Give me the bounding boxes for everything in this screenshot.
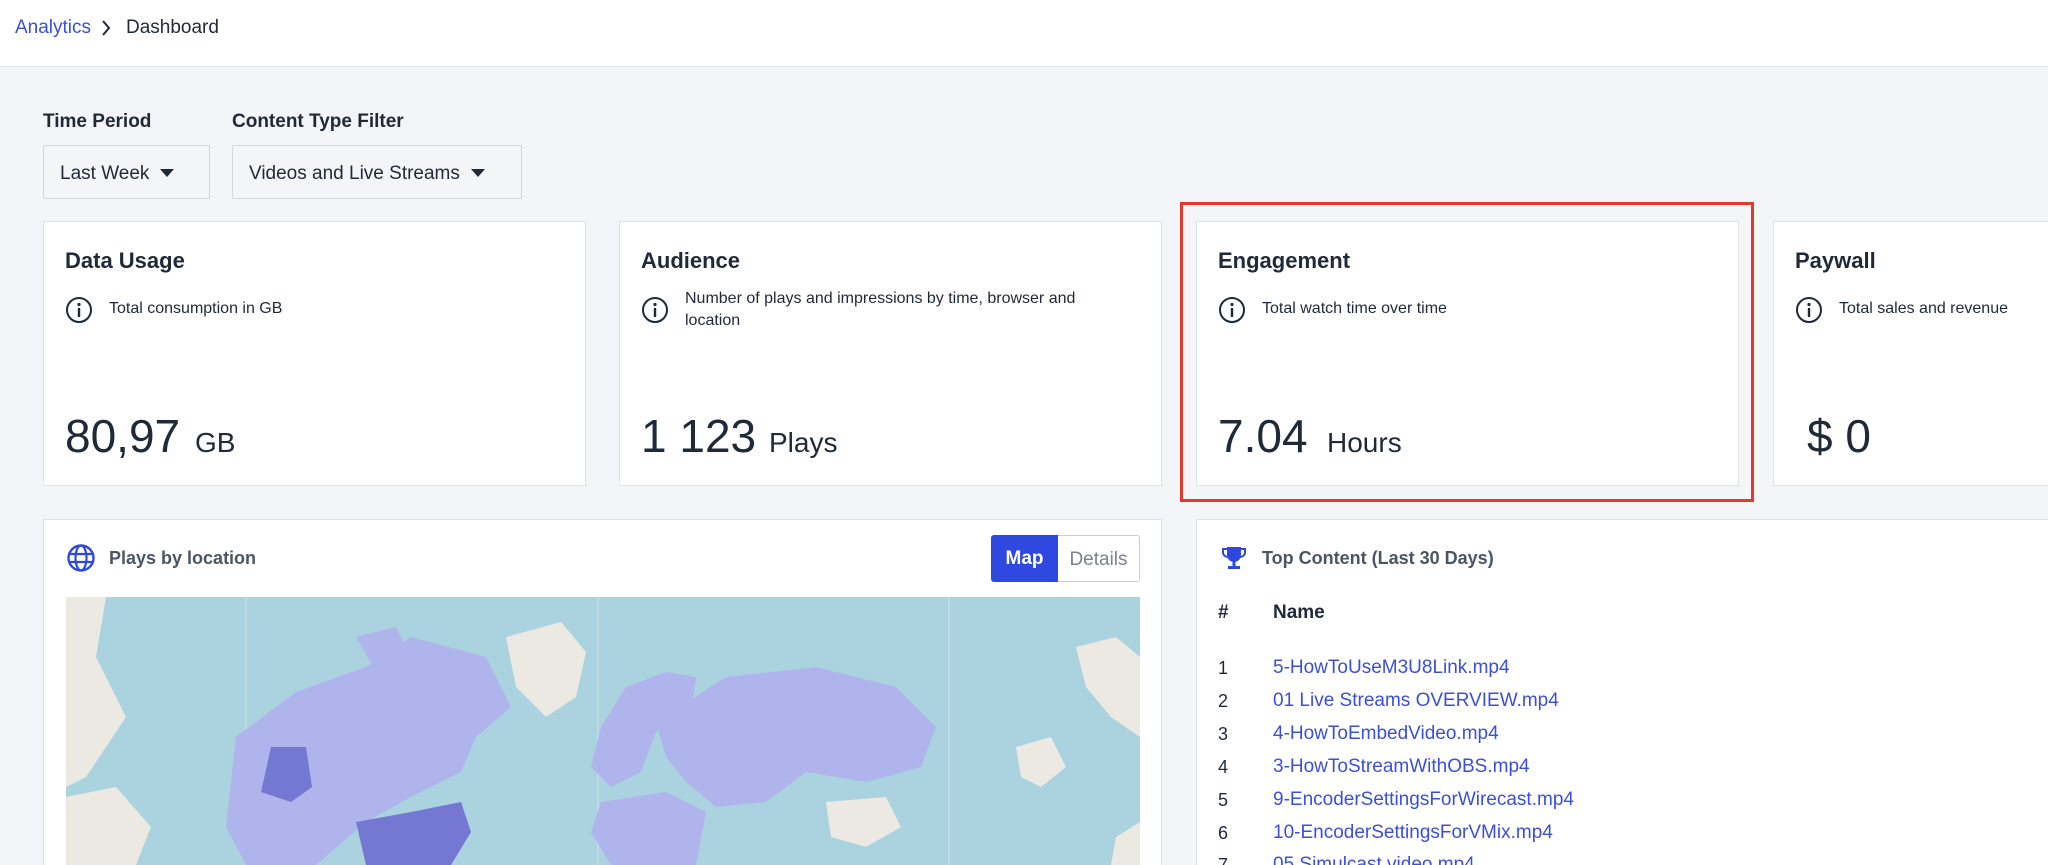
- row-number: 5: [1218, 790, 1229, 810]
- paywall-description: Total sales and revenue: [1839, 300, 2008, 317]
- time-period-label: Time Period: [43, 111, 152, 132]
- top-content-link[interactable]: 5-HowToUseM3U8Link.mp4: [1273, 657, 1510, 679]
- paywall-value: $ 0: [1807, 410, 1871, 462]
- top-content-link[interactable]: 05 Simulcast video.mp4: [1273, 854, 1475, 865]
- data-usage-unit: GB: [195, 427, 236, 458]
- column-header-number: #: [1218, 602, 1229, 623]
- top-content-link[interactable]: 10-EncoderSettingsForVMix.mp4: [1273, 822, 1553, 844]
- time-period-select[interactable]: Last Week: [43, 145, 210, 199]
- audience-description: Number of plays and impressions by time,…: [685, 288, 1075, 332]
- column-header-name: Name: [1273, 602, 1325, 623]
- row-number: 6: [1218, 823, 1229, 843]
- map-toggle-button[interactable]: Map: [991, 535, 1058, 582]
- paywall-title: Paywall: [1795, 248, 1876, 273]
- caret-down-icon: [471, 169, 485, 177]
- row-number: 4: [1218, 757, 1229, 777]
- data-usage-card[interactable]: Data Usage Total consumption in GB 80,97…: [43, 221, 586, 486]
- time-period-value: Last Week: [60, 163, 150, 184]
- top-content-link[interactable]: 01 Live Streams OVERVIEW.mp4: [1273, 690, 1559, 712]
- top-content-title: Top Content (Last 30 Days): [1262, 548, 1494, 568]
- world-map-graphic: [66, 597, 1140, 865]
- audience-card[interactable]: Audience Number of plays and impressions…: [619, 221, 1162, 486]
- top-content-link[interactable]: 3-HowToStreamWithOBS.mp4: [1273, 756, 1530, 778]
- breadcrumb-current: Dashboard: [126, 17, 219, 38]
- audience-unit: Plays: [769, 427, 838, 458]
- caret-down-icon: [160, 169, 174, 177]
- world-map[interactable]: [66, 597, 1140, 865]
- globe-icon: [67, 544, 95, 572]
- row-number: 3: [1218, 724, 1229, 744]
- audience-description-line-1: Number of plays and impressions by time,…: [685, 290, 1076, 307]
- data-usage-title: Data Usage: [65, 248, 185, 273]
- top-bar: Analytics Dashboard: [0, 0, 2048, 67]
- engagement-highlight-frame: [1180, 202, 1754, 502]
- chevron-right-icon: [100, 18, 112, 44]
- info-icon: [642, 297, 668, 323]
- row-number: 2: [1218, 691, 1229, 711]
- details-toggle-button[interactable]: Details: [1058, 535, 1140, 582]
- audience-description-line-2: location: [685, 312, 741, 329]
- trophy-icon: [1222, 547, 1246, 569]
- info-icon: [1796, 297, 1822, 323]
- info-icon: [66, 297, 92, 323]
- data-usage-description: Total consumption in GB: [109, 300, 283, 317]
- paywall-card[interactable]: Paywall Total sales and revenue $ 0: [1773, 221, 2048, 486]
- content-type-label: Content Type Filter: [232, 111, 404, 132]
- data-usage-value: 80,97: [65, 410, 181, 462]
- breadcrumb-analytics-link[interactable]: Analytics: [15, 17, 91, 39]
- plays-by-location-title: Plays by location: [109, 548, 257, 568]
- content-type-value: Videos and Live Streams: [249, 163, 460, 184]
- top-content-link[interactable]: 9-EncoderSettingsForWirecast.mp4: [1273, 789, 1574, 811]
- audience-value: 1 123: [641, 410, 757, 462]
- top-content-link[interactable]: 4-HowToEmbedVideo.mp4: [1273, 723, 1499, 745]
- row-number: 7: [1218, 855, 1229, 865]
- audience-title: Audience: [641, 248, 741, 273]
- row-number: 1: [1218, 658, 1229, 678]
- content-type-select[interactable]: Videos and Live Streams: [232, 145, 522, 199]
